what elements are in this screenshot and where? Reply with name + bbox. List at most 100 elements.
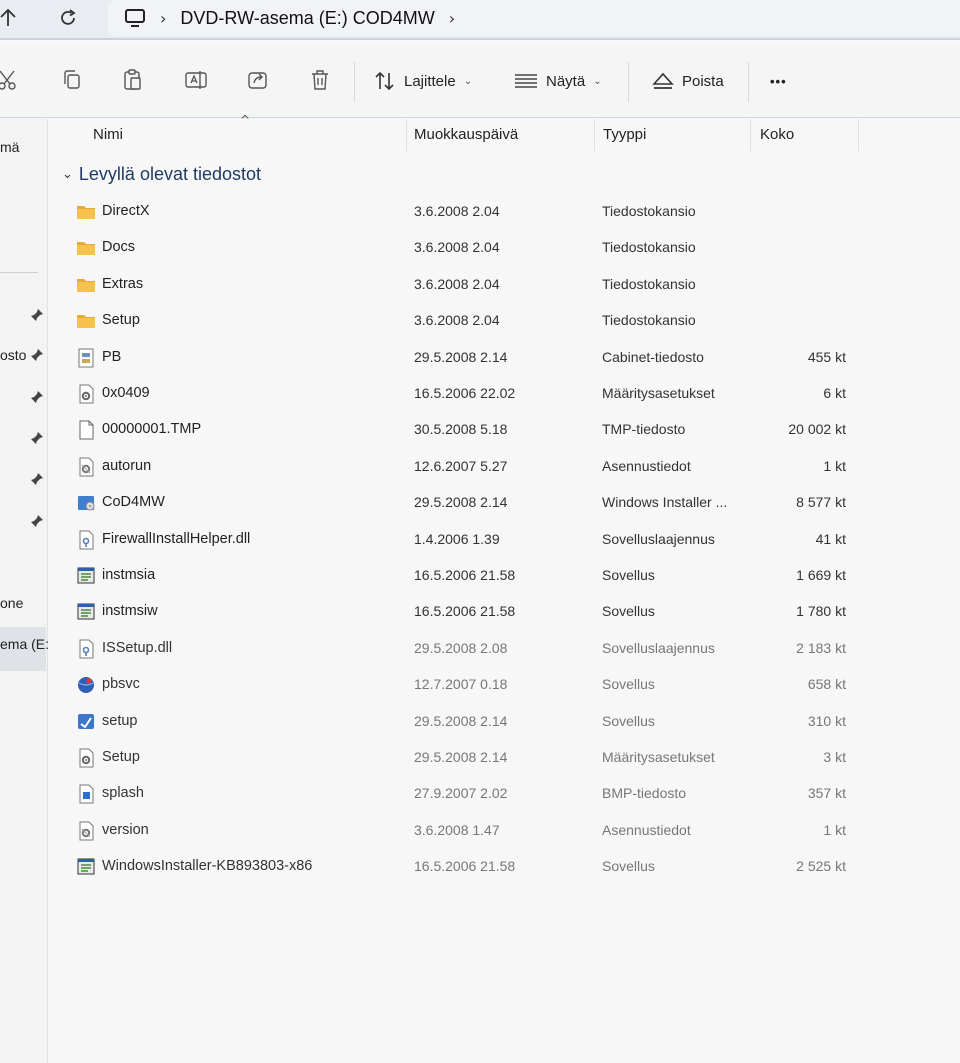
share-icon[interactable] bbox=[246, 68, 270, 92]
sidebar-item-dvd-drive[interactable]: ema (E: bbox=[0, 636, 49, 652]
file-row[interactable]: instmsiw 16.5.2006 21.58 Sovellus 1 780 kt bbox=[60, 595, 860, 629]
file-type: Sovelluslaajennus bbox=[602, 640, 715, 656]
breadcrumb-end-chevron-icon[interactable]: › bbox=[449, 9, 455, 28]
file-modified-date: 12.7.2007 0.18 bbox=[414, 676, 508, 692]
delete-icon[interactable] bbox=[308, 68, 332, 92]
pin-icon[interactable] bbox=[30, 514, 44, 528]
pin-icon[interactable] bbox=[30, 390, 44, 404]
file-row[interactable]: autorun 12.6.2007 5.27 Asennustiedot 1 kt bbox=[60, 450, 860, 484]
file-row[interactable]: instmsia 16.5.2006 21.58 Sovellus 1 669 kt bbox=[60, 559, 860, 593]
up-arrow-icon[interactable] bbox=[0, 4, 22, 32]
file-row[interactable]: FirewallInstallHelper.dll 1.4.2006 1.39 So… bbox=[60, 523, 860, 557]
column-divider[interactable] bbox=[594, 119, 595, 151]
folder-icon bbox=[76, 275, 96, 295]
file-size: 20 002 kt bbox=[788, 421, 846, 437]
file-name: setup bbox=[102, 713, 138, 729]
file-row[interactable]: DirectX 3.6.2008 2.04 Tiedostokansio bbox=[60, 195, 860, 229]
file-name: autorun bbox=[102, 458, 152, 474]
file-name: WindowsInstaller-KB893803-x86 bbox=[102, 858, 313, 874]
chevron-down-icon[interactable]: ⌄ bbox=[62, 167, 73, 182]
folder-icon bbox=[76, 238, 96, 258]
column-header-type[interactable]: Tyyppi bbox=[603, 126, 646, 143]
breadcrumb[interactable]: › DVD-RW-asema (E:) COD4MW › bbox=[108, 0, 960, 36]
file-type: Windows Installer ... bbox=[602, 494, 728, 510]
file-row[interactable]: Setup 29.5.2008 2.14 Määritysasetukset 3 kt bbox=[60, 741, 860, 775]
column-divider[interactable] bbox=[750, 119, 751, 151]
application-icon bbox=[76, 602, 96, 622]
file-type: Määritysasetukset bbox=[602, 749, 715, 765]
file-row[interactable]: PB 29.5.2008 2.14 Cabinet-tiedosto 455 kt bbox=[60, 341, 860, 375]
column-divider[interactable] bbox=[858, 119, 859, 151]
setup-info-icon bbox=[76, 821, 96, 841]
file-type: Sovellus bbox=[602, 713, 655, 729]
sidebar-item-home[interactable]: mä bbox=[0, 139, 19, 155]
file-row[interactable]: CoD4MW 29.5.2008 2.14 Windows Installer ..… bbox=[60, 486, 860, 520]
file-row[interactable]: setup 29.5.2008 2.14 Sovellus 310 kt bbox=[60, 705, 860, 739]
file-name: ISSetup.dll bbox=[102, 640, 173, 656]
pin-icon[interactable] bbox=[30, 472, 44, 486]
column-header-modified[interactable]: Muokkauspäivä bbox=[414, 126, 518, 143]
file-row[interactable]: pbsvc 12.7.2007 0.18 Sovellus 658 kt bbox=[60, 668, 860, 702]
file-modified-date: 3.6.2008 2.04 bbox=[414, 276, 500, 292]
file-modified-date: 29.5.2008 2.14 bbox=[414, 349, 508, 365]
file-type: Sovellus bbox=[602, 858, 655, 874]
file-modified-date: 29.5.2008 2.14 bbox=[414, 494, 508, 510]
file-row[interactable]: Docs 3.6.2008 2.04 Tiedostokansio bbox=[60, 231, 860, 265]
breadcrumb-drive[interactable]: DVD-RW-asema (E:) COD4MW bbox=[180, 8, 434, 29]
file-modified-date: 29.5.2008 2.14 bbox=[414, 749, 508, 765]
more-options-button[interactable]: ••• bbox=[770, 66, 787, 96]
copy-icon[interactable] bbox=[60, 68, 84, 92]
cut-icon[interactable] bbox=[0, 68, 20, 92]
file-row[interactable]: ISSetup.dll 29.5.2008 2.08 Sovelluslaajenn… bbox=[60, 632, 860, 666]
file-modified-date: 16.5.2006 21.58 bbox=[414, 858, 516, 874]
sort-button[interactable]: Lajittele ⌄ bbox=[374, 66, 472, 96]
refresh-icon[interactable] bbox=[54, 4, 82, 32]
setup-info-icon bbox=[76, 457, 96, 477]
file-modified-date: 16.5.2006 22.02 bbox=[414, 385, 516, 401]
file-size: 41 kt bbox=[815, 531, 846, 547]
toolbar-separator bbox=[628, 62, 629, 102]
sidebar-item-onedrive[interactable]: one bbox=[0, 595, 23, 611]
pin-icon[interactable] bbox=[30, 431, 44, 445]
paste-icon[interactable] bbox=[121, 68, 145, 92]
pin-icon[interactable] bbox=[30, 348, 44, 362]
file-size: 2 183 kt bbox=[796, 640, 846, 656]
file-name: PB bbox=[102, 349, 122, 365]
file-row[interactable]: 0x0409 16.5.2006 22.02 Määritysasetukset 6 … bbox=[60, 377, 860, 411]
file-row[interactable]: 00000001.TMP 30.5.2008 5.18 TMP-tiedosto 20… bbox=[60, 413, 860, 447]
image-file-icon bbox=[76, 784, 96, 804]
file-type: Sovelluslaajennus bbox=[602, 531, 715, 547]
column-header-name[interactable]: Nimi bbox=[93, 126, 123, 143]
view-button[interactable]: Näytä ⌄ bbox=[514, 66, 602, 96]
file-row[interactable]: Setup 3.6.2008 2.04 Tiedostokansio bbox=[60, 304, 860, 338]
this-pc-icon[interactable] bbox=[124, 8, 146, 28]
rename-icon[interactable] bbox=[184, 68, 208, 92]
file-row[interactable]: version 3.6.2008 1.47 Asennustiedot 1 kt bbox=[60, 814, 860, 848]
address-bar: › DVD-RW-asema (E:) COD4MW › bbox=[0, 0, 960, 40]
eject-button[interactable]: Poista bbox=[652, 66, 724, 96]
column-divider[interactable] bbox=[406, 119, 407, 151]
file-type: TMP-tiedosto bbox=[602, 421, 686, 437]
file-type: Tiedostokansio bbox=[602, 276, 696, 292]
file-name: 0x0409 bbox=[102, 385, 150, 401]
file-modified-date: 3.6.2008 2.04 bbox=[414, 312, 500, 328]
file-type: Sovellus bbox=[602, 567, 655, 583]
file-size: 658 kt bbox=[807, 676, 846, 692]
file-row[interactable]: splash 27.9.2007 2.02 BMP-tiedosto 357 kt bbox=[60, 777, 860, 811]
file-explorer-window: › DVD-RW-asema (E:) COD4MW › Lajittele ⌄… bbox=[0, 0, 960, 1063]
pin-icon[interactable] bbox=[30, 308, 44, 322]
file-name: DirectX bbox=[102, 203, 150, 219]
file-row[interactable]: Extras 3.6.2008 2.04 Tiedostokansio bbox=[60, 268, 860, 302]
dll-file-icon bbox=[76, 530, 96, 550]
sidebar-item-downloads[interactable]: osto bbox=[0, 347, 26, 363]
settings-file-icon bbox=[76, 748, 96, 768]
toolbar-separator bbox=[748, 62, 749, 102]
chevron-down-icon: ⌄ bbox=[463, 75, 473, 87]
group-header[interactable]: ⌄ Levyllä olevat tiedostot bbox=[62, 164, 261, 185]
column-header-size[interactable]: Koko bbox=[760, 126, 794, 143]
file-name: 00000001.TMP bbox=[102, 421, 202, 437]
file-row[interactable]: WindowsInstaller-KB893803-x86 16.5.2006 2… bbox=[60, 850, 860, 884]
application-icon bbox=[76, 857, 96, 877]
breadcrumb-chevron-icon[interactable]: › bbox=[160, 9, 166, 28]
file-size: 1 669 kt bbox=[796, 567, 846, 583]
